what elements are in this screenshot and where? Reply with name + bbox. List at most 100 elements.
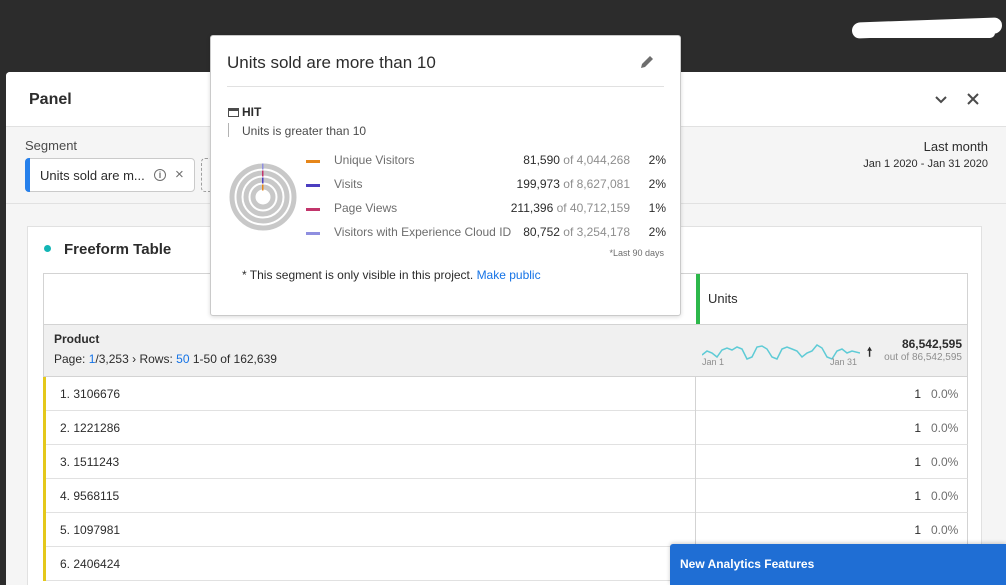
row-marker	[43, 479, 46, 513]
date-range-value[interactable]: Jan 1 2020 - Jan 31 2020	[863, 158, 988, 170]
metric-count: 81,590	[523, 153, 560, 167]
page-label: Page:	[54, 352, 86, 366]
row-marker	[43, 445, 46, 479]
row-label[interactable]: 1. 3106676	[60, 387, 120, 401]
column-divider	[695, 411, 696, 445]
column-total: 86,542,595	[901, 337, 962, 351]
row-range: 1-50 of 162,639	[192, 352, 277, 366]
chevron-down-icon[interactable]	[932, 90, 950, 108]
metric-column-header[interactable]: Units	[696, 274, 968, 324]
page-total: /3,253	[95, 352, 129, 366]
container-label: HIT	[242, 105, 262, 119]
metric-swatch	[306, 160, 320, 163]
table-summary-row: Product Page: 1/3,253 › Rows: 50 1-50 of…	[43, 325, 968, 377]
metric-name: Page Views	[334, 201, 398, 215]
visibility-note-text: * This segment is only visible in this p…	[242, 268, 474, 282]
drag-handle-icon[interactable]	[702, 284, 705, 314]
metric-row: Visitors with Experience Cloud ID 80,752 …	[306, 225, 666, 243]
row-marker	[43, 513, 46, 547]
metric-count: 199,973	[516, 177, 560, 191]
metric-percent: 1%	[648, 201, 666, 215]
metric-total: of 3,254,178	[563, 225, 630, 239]
popover-title: Units sold are more than 10	[227, 53, 436, 72]
metric-swatch	[306, 232, 320, 235]
pager: Page: 1/3,253 › Rows: 50 1-50 of 162,639	[54, 352, 277, 366]
metric-count: 80,752	[523, 225, 560, 239]
remove-icon[interactable]: ×	[175, 166, 184, 183]
table-row[interactable]: 5. 1097981 1 0.0%	[43, 513, 968, 547]
row-percent: 0.0%	[931, 455, 959, 469]
pencil-icon[interactable]	[638, 53, 656, 71]
last-90-days-note: *Last 90 days	[609, 248, 664, 258]
dimension-name: Product	[54, 332, 100, 346]
freeform-table-title[interactable]: Freeform Table	[64, 241, 171, 258]
metric-value: 199,973 of 8,627,081	[517, 177, 630, 191]
container-icon	[228, 108, 239, 117]
make-public-link[interactable]: Make public	[477, 268, 541, 282]
row-label[interactable]: 4. 9568115	[60, 489, 119, 503]
metric-name: Unique Visitors	[334, 153, 415, 167]
divider	[227, 86, 664, 87]
column-divider	[695, 513, 696, 547]
column-divider	[695, 479, 696, 513]
row-value: 1	[914, 421, 921, 435]
table-row[interactable]: 2. 1221286 1 0.0%	[43, 411, 968, 445]
close-icon[interactable]	[964, 90, 982, 108]
segment-pill[interactable]: Units sold are m... i ×	[25, 158, 195, 192]
row-value: 1	[914, 523, 921, 537]
metric-total: of 40,712,159	[556, 201, 630, 215]
column-divider	[695, 377, 696, 411]
metric-row: Visits 199,973 of 8,627,081 2%	[306, 177, 666, 195]
sparkline-start-label: Jan 1	[702, 357, 725, 367]
row-value: 1	[914, 387, 921, 401]
column-total-of: out of 86,542,595	[884, 352, 962, 363]
table-row[interactable]: 1. 3106676 1 0.0%	[43, 377, 968, 411]
metric-total: of 8,627,081	[563, 177, 630, 191]
metric-row: Page Views 211,396 of 40,712,159 1%	[306, 201, 666, 219]
segment-pill-label: Units sold are m...	[40, 168, 145, 183]
metric-value: 81,590 of 4,044,268	[523, 153, 630, 167]
row-percent: 0.0%	[931, 387, 959, 401]
table-row[interactable]: 3. 1511243 1 0.0%	[43, 445, 968, 479]
row-marker	[43, 547, 46, 581]
metric-total: of 4,044,268	[563, 153, 630, 167]
metric-value: 80,752 of 3,254,178	[523, 225, 630, 239]
metric-value: 211,396 of 40,712,159	[511, 201, 630, 215]
drag-handle-icon[interactable]	[25, 158, 30, 192]
visibility-note: * This segment is only visible in this p…	[242, 268, 541, 282]
rows-per-page-select[interactable]: 50	[176, 352, 189, 366]
row-marker	[43, 411, 46, 445]
row-percent: 0.0%	[931, 523, 959, 537]
table-row[interactable]: 4. 9568115 1 0.0%	[43, 479, 968, 513]
row-label[interactable]: 5. 1097981	[60, 523, 120, 537]
segment-popover: Units sold are more than 10 HIT Units is…	[210, 35, 681, 316]
toast-text: New Analytics Features	[680, 557, 815, 571]
status-dot-icon	[44, 245, 51, 252]
metric-row: Unique Visitors 81,590 of 4,044,268 2%	[306, 153, 666, 171]
rule-indent	[228, 123, 229, 137]
segment-label: Segment	[25, 138, 78, 153]
metric-percent: 2%	[648, 177, 666, 191]
metric-count: 211,396	[510, 201, 554, 215]
column-divider	[695, 445, 696, 479]
row-percent: 0.0%	[931, 489, 959, 503]
row-label[interactable]: 2. 1221286	[60, 421, 120, 435]
metric-swatch	[306, 184, 320, 187]
sparkline-end-label: Jan 31	[830, 357, 858, 367]
metric-swatch	[306, 208, 320, 211]
date-range-label[interactable]: Last month	[924, 139, 988, 154]
row-value: 1	[914, 489, 921, 503]
metric-percent: 2%	[648, 225, 666, 239]
row-label[interactable]: 3. 1511243	[60, 455, 119, 469]
info-icon[interactable]: i	[154, 169, 166, 181]
row-marker	[43, 377, 46, 411]
new-features-toast[interactable]: New Analytics Features	[670, 544, 1006, 585]
rule-text: Units is greater than 10	[242, 124, 367, 138]
next-page-icon[interactable]: ›	[132, 352, 136, 366]
arrow-up-icon[interactable]: 🠕	[867, 343, 872, 364]
row-percent: 0.0%	[931, 421, 959, 435]
metric-name: Visits	[334, 177, 363, 191]
row-label[interactable]: 6. 2406424	[60, 557, 120, 571]
metric-percent: 2%	[648, 153, 666, 167]
donut-chart-icon	[229, 163, 297, 231]
